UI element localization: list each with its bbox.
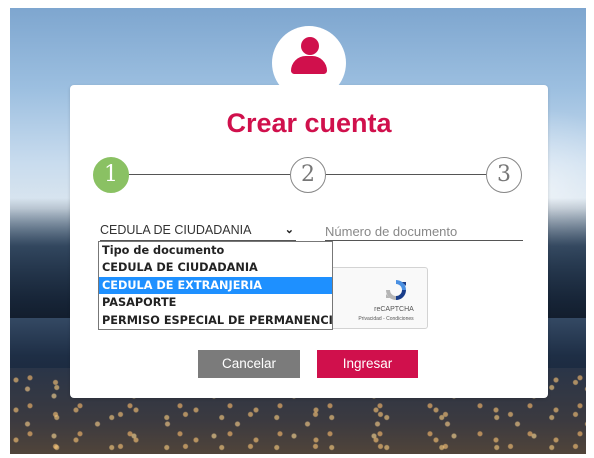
cancel-button[interactable]: Cancelar (198, 350, 300, 378)
user-icon-body (291, 56, 327, 74)
dropdown-option-placeholder[interactable]: Tipo de documento (99, 242, 332, 259)
recaptcha-logo-icon (386, 280, 406, 300)
step-1-indicator: 1 (93, 157, 129, 193)
document-type-selected-value: CEDULA DE CIUDADANIA (100, 223, 252, 237)
page-title: Crear cuenta (226, 108, 392, 138)
dropdown-option-pasaporte[interactable]: PASAPORTE (99, 294, 332, 311)
submit-button[interactable]: Ingresar (317, 350, 418, 378)
user-icon-head (301, 37, 319, 55)
step-2-indicator: 2 (290, 157, 326, 193)
chevron-down-icon: ⌄ (284, 224, 294, 236)
recaptcha-widget[interactable]: reCAPTCHA Privacidad - Condiciones (320, 267, 428, 329)
step-3-indicator: 3 (486, 157, 522, 193)
document-type-dropdown: Tipo de documento CEDULA DE CIUDADANIA C… (98, 241, 333, 330)
document-type-select[interactable]: CEDULA DE CIUDADANIA ⌄ (100, 223, 296, 241)
step-connector (128, 174, 290, 175)
recaptcha-links[interactable]: Privacidad - Condiciones (343, 316, 429, 322)
dropdown-option-permiso-especial[interactable]: PERMISO ESPECIAL DE PERMANENCIA (99, 312, 332, 329)
dropdown-option-cedula-extranjeria[interactable]: CEDULA DE EXTRANJERIA (99, 276, 332, 295)
recaptcha-label: reCAPTCHA (374, 306, 414, 313)
document-number-input[interactable] (325, 222, 523, 241)
dropdown-option-cedula-ciudadania[interactable]: CEDULA DE CIUDADANIA (99, 259, 332, 276)
step-connector (326, 174, 486, 175)
